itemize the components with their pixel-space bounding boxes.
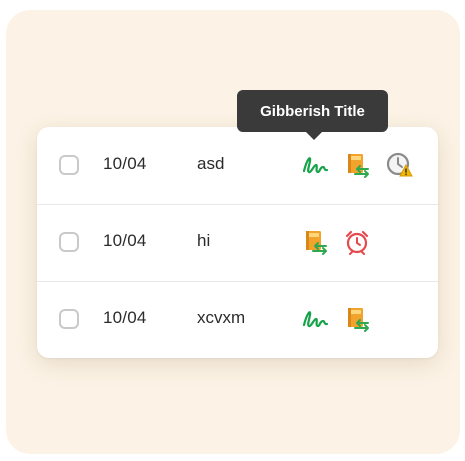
table-row[interactable]: 10/04 xcvxm bbox=[37, 281, 438, 358]
table-row[interactable]: 10/04 asd bbox=[37, 127, 438, 204]
alarm-clock-icon[interactable] bbox=[343, 228, 371, 256]
row-title: xcvxm bbox=[197, 308, 246, 327]
row-date: 10/04 bbox=[103, 231, 147, 250]
book-exchange-icon[interactable] bbox=[343, 151, 371, 179]
row-title: asd bbox=[197, 154, 225, 173]
row-date: 10/04 bbox=[103, 308, 147, 327]
table-row[interactable]: 10/04 hi bbox=[37, 204, 438, 281]
row-title: hi bbox=[197, 231, 211, 250]
row-checkbox[interactable] bbox=[59, 232, 79, 252]
book-exchange-icon[interactable] bbox=[301, 228, 329, 256]
tooltip-arrow bbox=[306, 132, 322, 140]
clock-warning-icon[interactable] bbox=[385, 151, 413, 179]
signature-icon[interactable] bbox=[301, 305, 329, 333]
tooltip-text: Gibberish Title bbox=[260, 102, 365, 120]
tooltip: Gibberish Title bbox=[237, 90, 388, 132]
row-date: 10/04 bbox=[103, 154, 147, 173]
row-checkbox[interactable] bbox=[59, 309, 79, 329]
book-exchange-icon[interactable] bbox=[343, 305, 371, 333]
task-list-card: 10/04 asd 10/04 hi 10/04 xcvxm bbox=[37, 127, 438, 358]
signature-icon[interactable] bbox=[301, 151, 329, 179]
row-checkbox[interactable] bbox=[59, 155, 79, 175]
